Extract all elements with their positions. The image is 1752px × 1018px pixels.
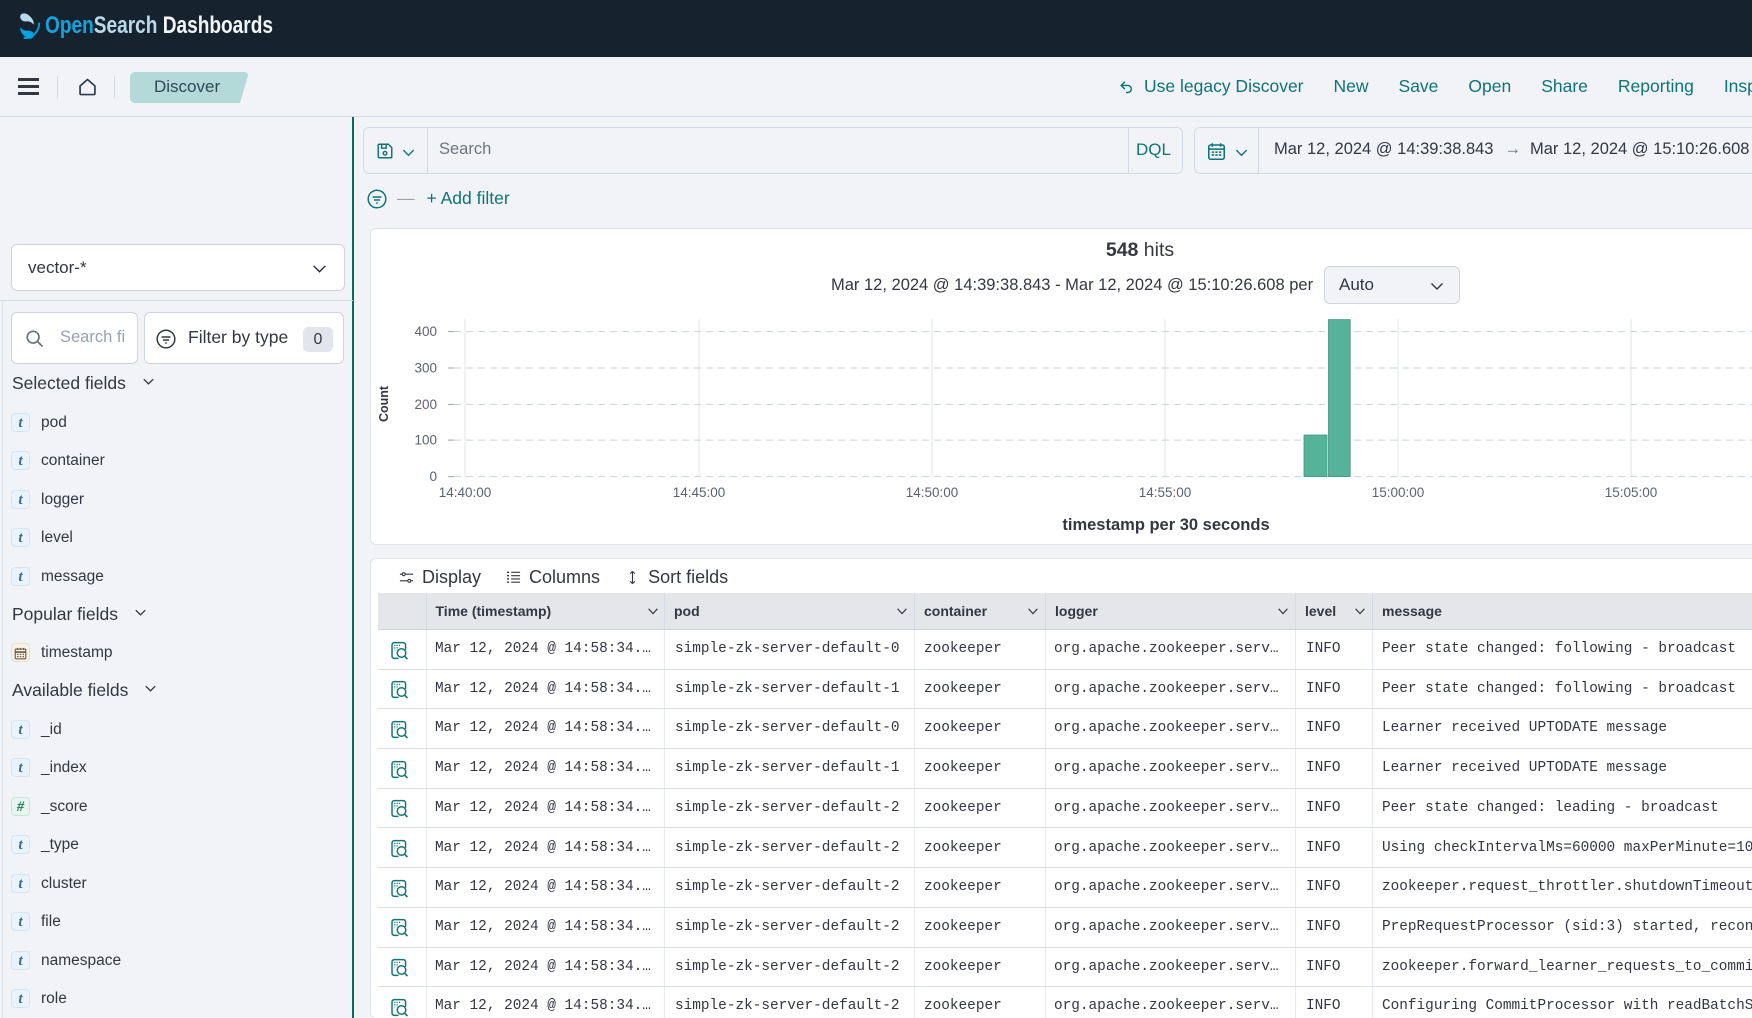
svg-text:14:50:00: 14:50:00 [906, 485, 959, 500]
svg-text:Count: Count [377, 385, 391, 422]
svg-text:100: 100 [414, 433, 437, 448]
svg-text:400: 400 [414, 324, 437, 339]
svg-text:0: 0 [429, 469, 437, 484]
svg-text:14:45:00: 14:45:00 [673, 485, 726, 500]
svg-text:timestamp per 30 seconds: timestamp per 30 seconds [1062, 516, 1269, 534]
svg-text:14:40:00: 14:40:00 [439, 485, 492, 500]
svg-text:15:00:00: 15:00:00 [1372, 485, 1425, 500]
svg-text:300: 300 [414, 360, 437, 375]
svg-text:14:55:00: 14:55:00 [1139, 485, 1192, 500]
svg-text:15:05:00: 15:05:00 [1605, 485, 1658, 500]
svg-text:200: 200 [414, 397, 437, 412]
